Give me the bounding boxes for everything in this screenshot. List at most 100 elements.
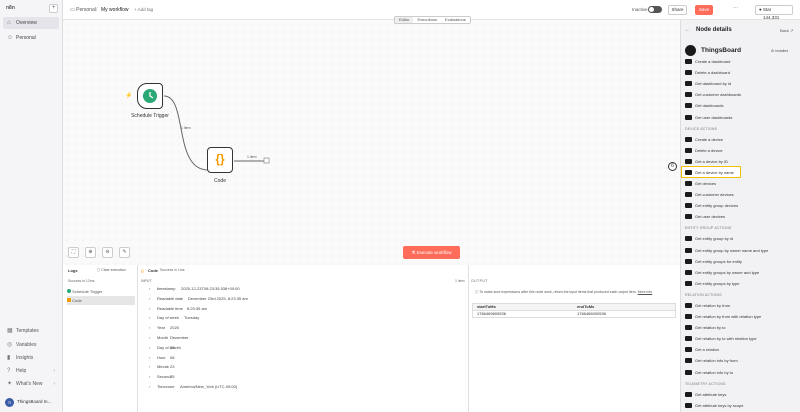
- back-label: Back: [780, 28, 789, 33]
- breadcrumb-separator: /: [96, 7, 98, 13]
- user-name[interactable]: ThingsBoard In...: [17, 399, 51, 404]
- log-entry-code[interactable]: Code: [67, 296, 135, 305]
- action-item[interactable]: Get user dashboards: [685, 112, 785, 123]
- more-icon[interactable]: ···: [733, 5, 738, 11]
- action-item-label: Get attribute keys: [695, 391, 727, 397]
- thingsboard-logo-icon: [685, 45, 696, 56]
- field-type-icon: ▪: [149, 286, 151, 291]
- chart-icon: ▮: [7, 355, 11, 361]
- action-item[interactable]: Get customer dashboards: [685, 89, 785, 100]
- action-item[interactable]: Get entity groups by type: [685, 278, 785, 289]
- action-item[interactable]: Get dashboard by id: [685, 78, 785, 89]
- action-item[interactable]: Create a dashboard: [685, 56, 785, 67]
- back-arrow-icon[interactable]: ←: [685, 27, 690, 33]
- output-title: OUTPUT: [471, 279, 488, 283]
- node-name: ThingsBoard: [701, 47, 742, 54]
- log-entry-trigger[interactable]: Schedule Trigger: [67, 287, 135, 296]
- code-node[interactable]: {}: [207, 147, 233, 173]
- action-item[interactable]: Delete a dashboard: [685, 67, 785, 78]
- action-item[interactable]: Get a relation: [685, 344, 785, 355]
- thingsboard-icon: [685, 258, 692, 264]
- action-item[interactable]: Get entity group devices: [685, 200, 785, 211]
- action-item[interactable]: Get customer devices: [685, 189, 785, 200]
- action-item[interactable]: Get relation by to: [685, 322, 785, 333]
- add-tag-button[interactable]: + Add tag: [134, 7, 153, 12]
- connection-trigger-code: [163, 95, 209, 171]
- field-value: 08: [170, 354, 175, 360]
- logs-success-text: Success in 12ms: [68, 279, 95, 283]
- field-type-icon: ▪: [149, 315, 151, 321]
- back-link[interactable]: Back ↗: [780, 28, 793, 33]
- sidebar-item-templates[interactable]: ▦ Templates: [3, 326, 59, 336]
- action-item[interactable]: Create a device: [685, 134, 785, 145]
- sidebar-item-personal[interactable]: ☺ Personal: [3, 32, 59, 44]
- field-key: Timezone: [157, 384, 175, 389]
- user-icon: ☺: [7, 35, 14, 41]
- clear-execution-button[interactable]: ▢ Clear execution: [97, 268, 126, 272]
- action-item[interactable]: Delete a device: [685, 145, 785, 156]
- field-value: 2025-12-23T08:23:35.538+00:00: [181, 286, 240, 291]
- field-type-icon: ▪: [149, 295, 151, 301]
- thingsboard-icon: [685, 192, 692, 198]
- action-item[interactable]: Get relation by from with relation type: [685, 311, 785, 322]
- action-item-label: Get entity group by id: [695, 236, 734, 242]
- action-item[interactable]: Get relation info by to: [685, 367, 785, 378]
- github-star-button[interactable]: ● Star 144,331: [755, 5, 793, 20]
- tidy-up-icon[interactable]: ✎: [119, 247, 130, 258]
- code-panel-subtitle: Success in 1ms: [160, 268, 185, 272]
- thingsboard-icon: [685, 336, 692, 342]
- workflow-name[interactable]: My workflow: [101, 7, 129, 13]
- thingsboard-icon: [685, 325, 692, 331]
- zoom-in-icon[interactable]: ⊕: [85, 247, 96, 258]
- hint-text: To make sure expressions after this node…: [479, 290, 637, 294]
- add-node-handle[interactable]: [263, 157, 270, 164]
- help-icon: ?: [7, 368, 11, 374]
- field-type-icon: ▪: [149, 335, 151, 340]
- action-item[interactable]: Get a device by ID: [685, 156, 785, 167]
- log-entry-label: Code: [72, 298, 82, 303]
- breadcrumb-personal[interactable]: ▭ Personal: [70, 7, 96, 13]
- action-item[interactable]: Get user devices: [685, 211, 785, 222]
- external-link-icon: ↗: [790, 28, 794, 33]
- thingsboard-icon: [685, 169, 692, 175]
- sidebar-item-help[interactable]: ? Help ›: [3, 366, 59, 376]
- action-item[interactable]: Get relation by to with relation type: [685, 333, 785, 344]
- field-key: Day of week: [157, 315, 180, 321]
- action-item-label: Get relation by from with relation type: [695, 314, 762, 319]
- sidebar: [0, 0, 63, 412]
- field-key: Day of month: [157, 344, 181, 350]
- zoom-out-icon[interactable]: ⊖: [102, 247, 113, 258]
- active-toggle[interactable]: [648, 6, 662, 13]
- schedule-trigger-node[interactable]: [137, 83, 163, 109]
- installed-badge: ⚙ Installed: [771, 49, 788, 53]
- action-item[interactable]: Get entity groups for entity: [685, 256, 785, 267]
- thingsboard-icon: [685, 92, 692, 98]
- sidebar-item-whats-new[interactable]: ✦ What's New ›: [3, 379, 59, 389]
- execute-workflow-button[interactable]: ⚗ Execute workflow: [403, 246, 460, 259]
- action-item[interactable]: Get relation info by from: [685, 355, 785, 366]
- sidebar-item-insights[interactable]: ▮ Insights: [3, 353, 59, 363]
- collapse-sidebar-icon[interactable]: +: [49, 4, 58, 13]
- action-item[interactable]: Get a device by name: [685, 167, 785, 178]
- clock-icon: [143, 89, 157, 103]
- action-item-label: Get entity groups by owner and type: [695, 269, 760, 275]
- action-item[interactable]: Get dashboards: [685, 100, 785, 111]
- action-item[interactable]: Get attribute keys by scope: [685, 400, 785, 411]
- sidebar-item-variables[interactable]: ◎ Variables: [3, 340, 59, 350]
- fit-view-icon[interactable]: ⛶: [68, 247, 79, 258]
- more-info-link[interactable]: More info: [638, 290, 653, 294]
- action-item[interactable]: Get entity group by id: [685, 233, 785, 244]
- sidebar-item-overview[interactable]: ⌂ Overview: [3, 17, 59, 29]
- action-item-label: Get attribute keys by scope: [695, 402, 744, 408]
- action-item[interactable]: Get devices: [685, 178, 785, 189]
- inactive-label: Inactive: [632, 7, 648, 12]
- action-item[interactable]: Get entity group by owner name and type: [685, 245, 785, 256]
- avatar[interactable]: TI: [5, 398, 14, 407]
- share-button[interactable]: Share: [668, 5, 687, 15]
- save-button[interactable]: Save: [695, 5, 713, 15]
- action-item[interactable]: Get relation by from: [685, 300, 785, 311]
- action-item[interactable]: Get attribute keys: [685, 389, 785, 400]
- field-key: Minute: [157, 364, 170, 370]
- action-item[interactable]: Get entity groups by owner and type: [685, 267, 785, 278]
- step-badge: 6: [668, 162, 677, 171]
